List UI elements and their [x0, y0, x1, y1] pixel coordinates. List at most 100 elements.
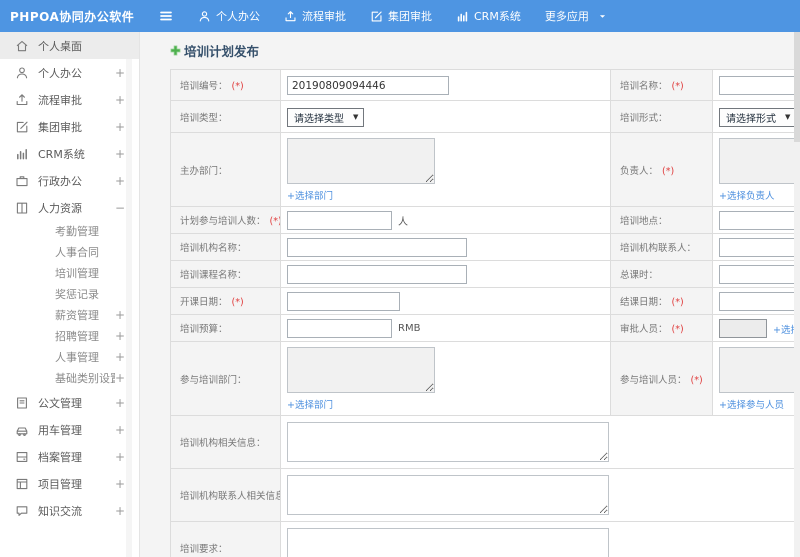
join-people-picker[interactable] [719, 347, 800, 393]
org-name-input[interactable] [287, 238, 467, 257]
sidebar-subitem-label: 人事管理 [55, 351, 99, 364]
sidebar-subitem-salary[interactable]: 薪资管理 + [0, 305, 139, 326]
field-label-org-contact-info: 培训机构联系人相关信息： [170, 468, 281, 522]
sidebar-item-label: 人力资源 [38, 201, 82, 215]
expand-sign: + [115, 371, 126, 385]
field-label-start-date: 开课日期： (*) [170, 287, 281, 315]
training-plan-form: 培训编号：(*) 培训名称：(*) 培训类型： 请选择类型▼ 培训形式： 请选择… [170, 69, 800, 557]
sidebar-subitem-label: 人事合同 [55, 246, 99, 259]
content-scrollbar[interactable] [794, 32, 800, 557]
chart-icon [15, 147, 29, 161]
expand-sign: + [115, 146, 126, 161]
expand-sign [115, 242, 125, 263]
select-join-people-link[interactable]: +选择参与人员 [719, 397, 784, 411]
train-name-input[interactable] [719, 76, 800, 95]
topnav-label: 流程审批 [302, 10, 346, 23]
topnav-more-apps[interactable]: 更多应用 [545, 8, 607, 24]
start-date-input[interactable] [287, 292, 400, 311]
select-leader-link[interactable]: +选择负责人 [719, 188, 774, 202]
project-icon [15, 477, 29, 491]
expand-sign: + [115, 173, 126, 188]
sidebar-subitem-rewards[interactable]: 奖惩记录 [0, 284, 139, 305]
topnav-group-approval[interactable]: 集团审批 [370, 8, 432, 24]
unit-suffix: 人 [398, 217, 408, 228]
expand-sign: + [115, 65, 126, 80]
end-date-input[interactable] [719, 292, 800, 311]
expand-sign: + [115, 350, 126, 364]
org-contact-input[interactable] [719, 238, 800, 257]
train-no-input[interactable] [287, 76, 449, 95]
topnav-workflow-approval[interactable]: 流程审批 [284, 8, 346, 24]
expand-sign: + [115, 503, 126, 518]
sidebar-item-workflow-approval[interactable]: 流程审批 + [0, 86, 139, 113]
field-label-join-people: 参与培训人员： (*) [610, 341, 713, 416]
sidebar-item-admin-office[interactable]: 行政办公 + [0, 167, 139, 194]
edit-icon [370, 10, 383, 23]
expand-sign: + [115, 476, 126, 491]
sidebar-subitem-personnel[interactable]: 人事管理 + [0, 347, 139, 368]
field-label-requirements: 培训要求： [170, 521, 281, 557]
sidebar-item-label: 集团审批 [38, 120, 82, 134]
user-icon [15, 66, 29, 80]
sidebar-item-personal-office[interactable]: 个人办公 + [0, 59, 139, 86]
sidebar-subitem-hr-contract[interactable]: 人事合同 [0, 242, 139, 263]
sidebar-subitem-attendance[interactable]: 考勤管理 [0, 221, 139, 242]
approver-input[interactable] [719, 319, 767, 338]
requirements-textarea[interactable] [287, 528, 609, 557]
expand-sign [115, 284, 125, 305]
topnav-crm[interactable]: CRM系统 [456, 8, 521, 24]
sidebar-subitem-training[interactable]: 培训管理 [0, 263, 139, 284]
app-logo: PHPOA协同办公软件 [10, 9, 135, 24]
sidebar-item-project[interactable]: 项目管理 + [0, 470, 139, 497]
sidebar-subitem-label: 考勤管理 [55, 225, 99, 238]
collapse-sign: − [115, 200, 126, 215]
app-window: PHPOA协同办公软件 个人办公 流程审批 集团审批 CRM系统 更多应用 个人… [0, 0, 800, 557]
chart-icon [456, 10, 469, 23]
select-host-dept-link[interactable]: +选择部门 [287, 188, 333, 202]
caret-down-icon: ▼ [353, 113, 359, 121]
org-info-textarea[interactable] [287, 422, 609, 462]
car-icon [15, 423, 29, 437]
sidebar-subitem-base-category[interactable]: 基础类别设置 + [0, 368, 139, 389]
sidebar-item-hr[interactable]: 人力资源 − [0, 194, 139, 221]
sidebar-item-archive[interactable]: 档案管理 + [0, 443, 139, 470]
sidebar-item-group-approval[interactable]: 集团审批 + [0, 113, 139, 140]
expand-sign: + [115, 449, 126, 464]
host-dept-picker[interactable] [287, 138, 435, 184]
leader-picker[interactable] [719, 138, 800, 184]
train-form-select[interactable]: 请选择形式 ▼ [719, 107, 797, 127]
hamburger-menu-icon[interactable] [156, 6, 176, 26]
sidebar-item-personal-desktop[interactable]: 个人桌面 [0, 32, 139, 59]
edit-icon [15, 120, 29, 134]
currency-suffix: RMB [398, 323, 421, 334]
budget-input[interactable] [287, 319, 392, 338]
sidebar-subitem-label: 奖惩记录 [55, 288, 99, 301]
sidebar-item-document[interactable]: 公文管理 + [0, 389, 139, 416]
join-dept-picker[interactable] [287, 347, 435, 393]
field-label-approver: 审批人员： (*) [610, 314, 713, 342]
field-label-org-name: 培训机构名称： [170, 233, 281, 261]
location-input[interactable] [719, 211, 800, 230]
topnav-label: 个人办公 [216, 10, 260, 23]
main-content: 培训计划发布 培训编号：(*) 培训名称：(*) 培训类型： 请选择类型▼ 培训… [140, 32, 800, 557]
chat-icon [15, 504, 29, 518]
field-label-end-date: 结课日期： (*) [610, 287, 713, 315]
caret-down-icon [598, 12, 607, 21]
total-hours-input[interactable] [719, 265, 800, 284]
sidebar-item-knowledge[interactable]: 知识交流 + [0, 497, 139, 524]
expand-sign: + [115, 119, 126, 134]
topnav-personal-office[interactable]: 个人办公 [198, 8, 260, 24]
page-title-text: 培训计划发布 [184, 44, 260, 59]
top-nav: 个人办公 流程审批 集团审批 CRM系统 更多应用 [198, 8, 607, 24]
course-name-input[interactable] [287, 265, 467, 284]
org-contact-info-textarea[interactable] [287, 475, 609, 515]
sidebar-item-vehicle[interactable]: 用车管理 + [0, 416, 139, 443]
select-join-dept-link[interactable]: +选择部门 [287, 397, 333, 411]
train-type-select[interactable]: 请选择类型 ▼ [287, 107, 365, 127]
planned-count-input[interactable] [287, 211, 392, 230]
sidebar-subitem-label: 培训管理 [55, 267, 99, 280]
sidebar-subitem-recruitment[interactable]: 招聘管理 + [0, 326, 139, 347]
briefcase-icon [15, 174, 29, 188]
sidebar: 个人桌面 个人办公 + 流程审批 + 集团审批 + CRM系统 + 行政办公 +… [0, 32, 140, 557]
sidebar-item-crm[interactable]: CRM系统 + [0, 140, 139, 167]
